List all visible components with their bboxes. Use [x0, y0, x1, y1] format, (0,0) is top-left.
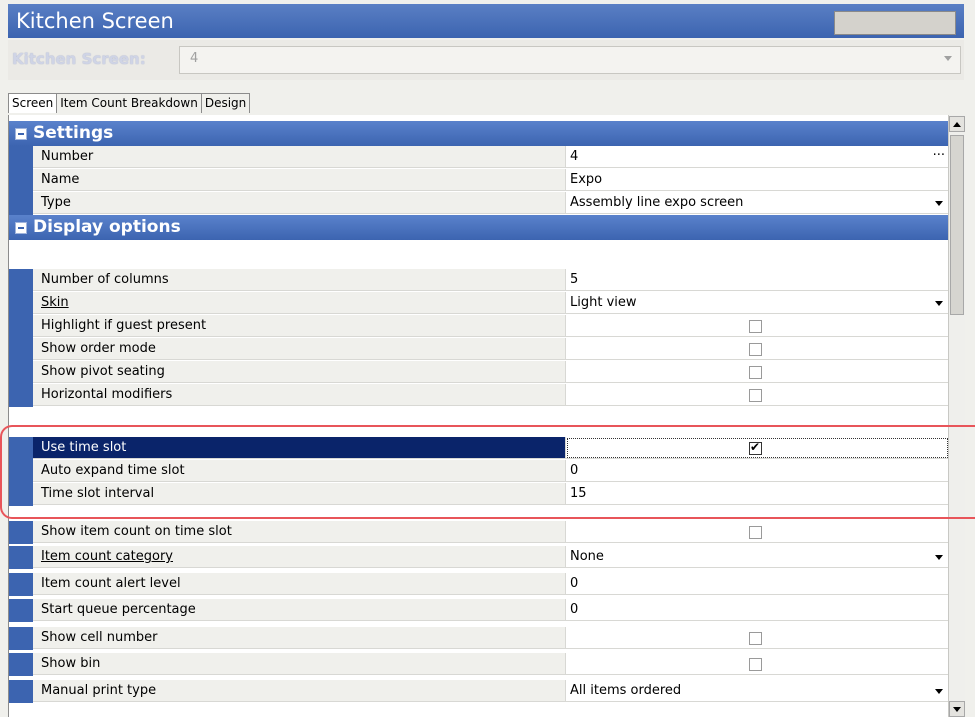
tab-design[interactable]: Design: [200, 93, 251, 113]
property-value-name[interactable]: Expo: [566, 169, 949, 191]
property-name: Start queue percentage: [33, 599, 566, 621]
checkbox[interactable]: [749, 366, 762, 379]
property-value-slot-interval[interactable]: 15: [566, 483, 949, 505]
category-display-options[interactable]: Display options: [9, 215, 949, 240]
title-bar: Kitchen Screen: [8, 4, 964, 38]
category-label: Settings: [33, 123, 114, 143]
property-value-item-count-category[interactable]: None: [566, 546, 949, 568]
check-icon: ✔: [750, 440, 761, 454]
property-name: Show cell number: [33, 627, 566, 649]
property-name: Highlight if guest present: [33, 315, 566, 337]
property-row-horizontal-modifiers[interactable]: Horizontal modifiers: [9, 384, 949, 407]
checkbox[interactable]: [749, 632, 762, 645]
record-selector-label: Kitchen Screen:: [12, 50, 146, 68]
property-name: Use time slot: [33, 437, 566, 459]
property-row-manual-print[interactable]: Manual print type All items ordered: [9, 680, 949, 703]
property-name: Item count alert level: [33, 573, 566, 595]
chevron-down-icon[interactable]: [935, 201, 943, 206]
ellipsis-icon[interactable]: ···: [933, 146, 945, 166]
checkbox[interactable]: [749, 389, 762, 402]
checkbox[interactable]: [749, 320, 762, 333]
property-row-alert-level[interactable]: Item count alert level 0: [9, 573, 949, 596]
property-row-highlight-guest[interactable]: Highlight if guest present: [9, 315, 949, 338]
kitchen-screen-window: Kitchen Screen Kitchen Screen: 4 Screen …: [0, 0, 975, 717]
property-row-name[interactable]: Name Expo: [9, 169, 949, 192]
category-label: Display options: [33, 217, 181, 237]
title-bar-control: [834, 11, 956, 35]
property-name: Item count category: [33, 546, 566, 568]
property-name: Manual print type: [33, 680, 566, 702]
property-row-columns[interactable]: Number of columns 5: [9, 269, 949, 292]
property-name: Show pivot seating: [33, 361, 566, 383]
property-value-auto-expand[interactable]: 0: [566, 460, 949, 482]
vertical-scrollbar[interactable]: [948, 115, 965, 717]
property-name: Show bin: [33, 653, 566, 675]
checkbox[interactable]: [749, 526, 762, 539]
window-title: Kitchen Screen: [16, 9, 174, 33]
property-row-item-count-category[interactable]: Item count category None: [9, 546, 949, 569]
property-value-type[interactable]: Assembly line expo screen: [566, 192, 949, 214]
property-row-use-time-slot[interactable]: Use time slot ✔: [9, 437, 949, 460]
property-name: Time slot interval: [33, 483, 566, 505]
property-name: Name: [33, 169, 566, 191]
property-name: Number of columns: [33, 269, 566, 291]
property-name: Auto expand time slot: [33, 460, 566, 482]
property-row-item-count-slot[interactable]: Show item count on time slot: [9, 521, 949, 544]
property-value-columns[interactable]: 5: [566, 269, 949, 291]
property-name: Show order mode: [33, 338, 566, 360]
property-row-order-mode[interactable]: Show order mode: [9, 338, 949, 361]
property-value-number[interactable]: 4 ···: [566, 146, 949, 168]
property-row-type[interactable]: Type Assembly line expo screen: [9, 192, 949, 215]
property-row-number[interactable]: Number 4 ···: [9, 146, 949, 169]
property-row-auto-expand[interactable]: Auto expand time slot 0: [9, 460, 949, 483]
property-row-skin[interactable]: Skin Light view: [9, 292, 949, 315]
tab-screen[interactable]: Screen: [8, 93, 58, 113]
checkbox[interactable]: [749, 658, 762, 671]
property-row-slot-interval[interactable]: Time slot interval 15: [9, 483, 949, 506]
property-name: Number: [33, 146, 566, 168]
chevron-down-icon: [944, 56, 952, 61]
record-selector-bar: Kitchen Screen: 4: [8, 40, 964, 80]
scroll-up-icon[interactable]: [949, 116, 965, 132]
property-row-queue-percentage[interactable]: Start queue percentage 0: [9, 599, 949, 622]
scrollbar-thumb[interactable]: [950, 135, 964, 315]
tab-strip: Screen Item Count Breakdown Design: [8, 93, 251, 113]
chevron-down-icon[interactable]: [935, 301, 943, 306]
chevron-down-icon[interactable]: [935, 689, 943, 694]
property-value-skin[interactable]: Light view: [566, 292, 949, 314]
property-name: Type: [33, 192, 566, 214]
collapse-icon[interactable]: [15, 128, 27, 140]
property-name: Show item count on time slot: [33, 521, 566, 543]
checkbox[interactable]: [749, 343, 762, 356]
category-settings[interactable]: Settings: [9, 121, 949, 146]
record-selector-dropdown[interactable]: 4: [179, 46, 961, 74]
property-name: Horizontal modifiers: [33, 384, 566, 406]
record-selector-value: 4: [190, 51, 199, 66]
property-row-show-bin[interactable]: Show bin: [9, 653, 949, 676]
collapse-icon[interactable]: [15, 222, 27, 234]
property-row-pivot-seating[interactable]: Show pivot seating: [9, 361, 949, 384]
property-row-cell-number[interactable]: Show cell number: [9, 627, 949, 650]
scroll-down-icon[interactable]: [949, 701, 965, 717]
chevron-down-icon[interactable]: [935, 555, 943, 560]
property-value-queue-percentage[interactable]: 0: [566, 599, 949, 621]
tab-item-count-breakdown[interactable]: Item Count Breakdown: [56, 93, 202, 113]
property-name: Skin: [33, 292, 566, 314]
property-grid: Settings Number 4 ··· Name Expo Type Ass…: [8, 115, 949, 717]
property-value-alert-level[interactable]: 0: [566, 573, 949, 595]
checkbox[interactable]: ✔: [749, 440, 762, 455]
property-value-manual-print[interactable]: All items ordered: [566, 680, 949, 702]
